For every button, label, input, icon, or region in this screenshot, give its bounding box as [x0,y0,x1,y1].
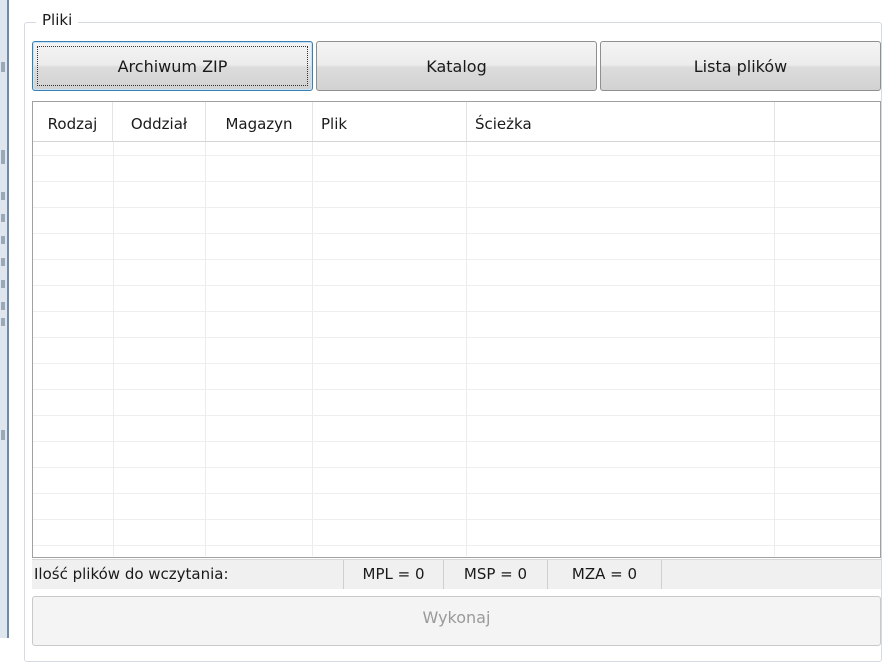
execute-button-label: Wykonaj [422,607,491,627]
row-divider [33,285,880,286]
row-divider [33,467,880,468]
files-grid[interactable]: Rodzaj Oddział Magazyn Plik Ścieżka [32,101,881,558]
column-header-rodzaj[interactable]: Rodzaj [33,102,113,141]
column-header-plik[interactable]: Plik [313,102,467,141]
column-header-filler [775,102,880,141]
row-divider [33,259,880,260]
mza-counter: MZA = 0 [548,560,662,589]
row-divider [33,207,880,208]
execute-button[interactable]: Wykonaj [32,596,881,646]
focus-indicator [37,46,308,86]
row-divider [33,519,880,520]
border-mark [1,236,5,244]
directory-button-label: Katalog [426,56,487,76]
msp-counter: MSP = 0 [444,560,548,589]
border-mark [1,214,5,222]
border-mark [1,150,5,164]
grid-header: Rodzaj Oddział Magazyn Plik Ścieżka [33,102,880,142]
border-line [7,0,9,638]
file-list-button-label: Lista plików [693,56,788,76]
border-mark [1,258,5,266]
grid-body[interactable] [33,142,880,556]
border-mark [1,62,5,72]
row-divider [33,233,880,234]
row-divider [33,337,880,338]
row-divider [33,389,880,390]
mpl-counter: MPL = 0 [344,560,444,589]
border-mark [1,302,5,310]
border-mark [1,430,5,440]
file-list-button[interactable]: Lista plików [600,41,881,91]
row-divider [33,545,880,546]
row-divider [33,311,880,312]
column-header-sciezka[interactable]: Ścieżka [467,102,775,141]
column-header-oddzial[interactable]: Oddział [113,102,206,141]
row-divider [33,155,880,156]
status-bar: Ilość plików do wczytania: MPL = 0 MSP =… [32,559,881,589]
row-divider [33,441,880,442]
border-mark [1,192,5,200]
zip-archive-button[interactable]: Archiwum ZIP [32,41,313,91]
groupbox-title: Pliki [36,10,79,30]
column-header-magazyn[interactable]: Magazyn [206,102,313,141]
files-count-label: Ilość plików do wczytania: [34,560,344,589]
row-divider [33,493,880,494]
row-divider [33,415,880,416]
row-divider [33,363,880,364]
window-left-border [0,0,9,638]
border-mark [1,318,5,326]
border-mark [1,280,5,288]
directory-button[interactable]: Katalog [316,41,597,91]
row-divider [33,181,880,182]
